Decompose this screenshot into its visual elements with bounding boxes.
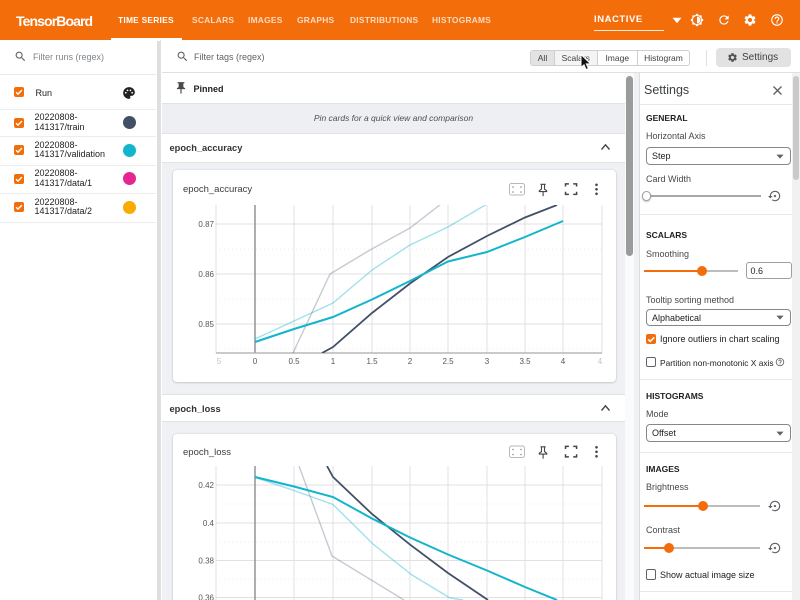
svg-text:1.5: 1.5	[366, 357, 378, 366]
svg-text:0.85: 0.85	[198, 320, 214, 329]
svg-text:3: 3	[485, 357, 490, 366]
svg-text:epoch_loss: epoch_loss	[183, 447, 231, 458]
svg-text:4: 4	[561, 357, 566, 366]
svg-text:0.4: 0.4	[203, 519, 215, 528]
svg-text:3.5: 3.5	[519, 357, 531, 366]
svg-text:1: 1	[331, 357, 336, 366]
svg-text:0.38: 0.38	[198, 557, 214, 566]
svg-text:4: 4	[598, 357, 603, 366]
svg-text:0.42: 0.42	[198, 481, 214, 490]
svg-text:0.5: 0.5	[288, 357, 300, 366]
svg-text:5: 5	[217, 357, 222, 366]
svg-text:0.86: 0.86	[198, 270, 214, 279]
svg-text:2: 2	[408, 357, 413, 366]
svg-text:0.36: 0.36	[198, 594, 214, 600]
svg-text:2.5: 2.5	[442, 357, 454, 366]
svg-text:0: 0	[253, 357, 258, 366]
svg-text:epoch_accuracy: epoch_accuracy	[183, 184, 252, 195]
svg-text:0.87: 0.87	[198, 220, 214, 229]
